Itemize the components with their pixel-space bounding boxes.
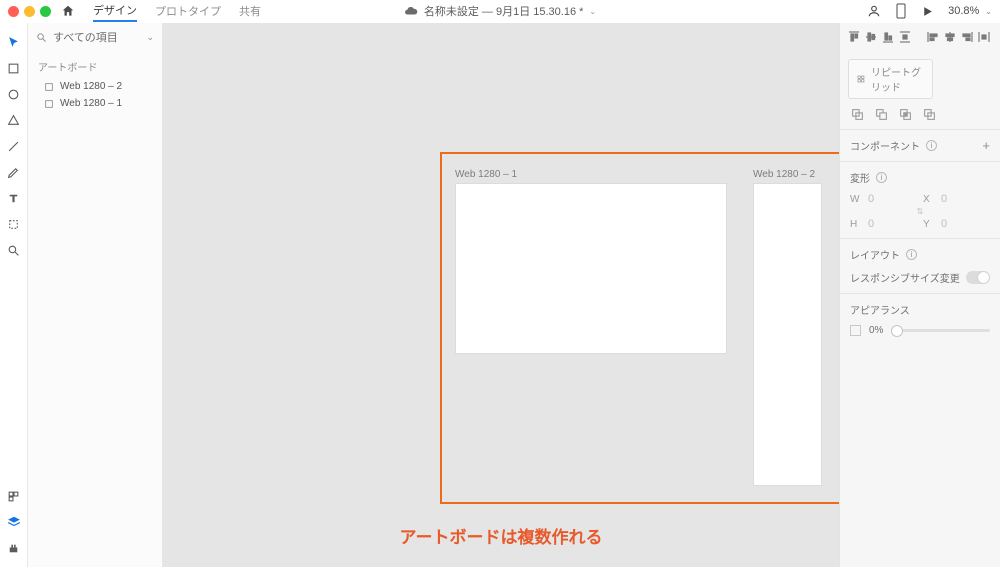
height-field[interactable]: 0 [868,218,917,230]
repeat-grid-label: リピートグリッド [871,64,924,94]
align-left-icon[interactable] [925,26,941,48]
zoom-control[interactable]: 30.8% ⌄ [948,5,992,17]
artboard[interactable] [455,183,727,354]
add-component-button[interactable]: + [982,138,990,153]
align-top-icon[interactable] [846,26,862,48]
lock-aspect-icon[interactable]: ⇅ [917,207,924,216]
layer-item[interactable]: Web 1280 – 1 [28,95,162,112]
distribute-vertical-icon[interactable] [897,26,913,48]
chevron-down-icon: ⌄ [589,7,596,16]
layers-panel: すべての項目 ⌄ アートボード Web 1280 – 2 Web 1280 – … [28,23,163,567]
y-label: Y [923,219,935,230]
tab-design[interactable]: デザイン [93,0,137,22]
window-controls [8,6,51,17]
layer-item[interactable]: Web 1280 – 2 [28,78,162,95]
layer-filter-label: すべての項目 [53,29,140,45]
artboards-section-label: アートボード [28,51,162,78]
width-field[interactable]: 0 [868,193,917,205]
boolean-ops [840,103,1000,129]
device-preview-icon[interactable] [895,3,907,19]
component-label: コンポーネント [850,138,920,153]
rectangle-tool[interactable] [0,55,28,81]
x-field[interactable]: 0 [941,193,990,205]
transform-label: 変形 [850,170,870,185]
annotation-caption: アートボードは複数作れる [400,523,603,548]
info-icon[interactable]: i [876,172,887,183]
artboard-icon [44,82,54,92]
subtract-icon[interactable] [874,107,888,121]
artboard-label[interactable]: Web 1280 – 2 [753,169,815,180]
y-field[interactable]: 0 [941,218,990,230]
appearance-section: アピアランス 0% [840,293,1000,344]
opacity-value: 0% [869,325,883,336]
mode-tabs: デザイン プロトタイプ 共有 [93,0,261,22]
responsive-toggle[interactable] [966,271,990,284]
opacity-checkbox[interactable] [850,325,861,336]
minimize-window-icon[interactable] [24,6,35,17]
union-icon[interactable] [850,107,864,121]
layer-item-label: Web 1280 – 2 [60,81,122,92]
responsive-label: レスポンシブサイズ変更 [850,270,960,285]
play-icon[interactable] [921,5,934,18]
pen-tool[interactable] [0,159,28,185]
layout-section: レイアウト i レスポンシブサイズ変更 [840,238,1000,293]
tool-rail [0,23,28,567]
layers-panel-icon[interactable] [0,509,28,535]
repeat-grid-button[interactable]: リピートグリッド [848,59,933,99]
appearance-label: アピアランス [850,302,910,317]
opacity-slider[interactable] [891,329,990,332]
search-icon [36,32,47,43]
artboard[interactable] [753,183,822,486]
artboard-tool[interactable] [0,211,28,237]
x-label: X [923,194,935,205]
polygon-tool[interactable] [0,107,28,133]
chevron-down-icon: ⌄ [985,7,992,16]
grid-icon [857,73,865,85]
home-icon[interactable] [61,4,75,18]
artboard-icon [44,99,54,109]
zoom-value: 30.8% [948,5,979,17]
align-hcenter-icon[interactable] [942,26,958,48]
zoom-window-icon[interactable] [40,6,51,17]
cloud-icon [404,4,418,18]
tab-prototype[interactable]: プロトタイプ [155,0,221,22]
tab-share[interactable]: 共有 [239,0,261,22]
info-icon[interactable]: i [926,140,937,151]
inspector-panel: リピートグリッド コンポーネント i + 変形 i W 0 X 0 [839,23,1000,567]
layout-label: レイアウト [850,247,900,262]
h-label: H [850,219,862,230]
align-bottom-icon[interactable] [880,26,896,48]
plugins-panel-icon[interactable] [0,535,28,561]
topbar-right-controls: 30.8% ⌄ [867,3,992,19]
document-title[interactable]: 名称未設定 — 9月1日 15.30.16 * ⌄ [404,3,596,19]
align-vcenter-icon[interactable] [863,26,879,48]
text-tool[interactable] [0,185,28,211]
artboard-label[interactable]: Web 1280 – 1 [455,169,517,180]
assets-panel-icon[interactable] [0,483,28,509]
select-tool[interactable] [0,29,28,55]
layer-item-label: Web 1280 – 1 [60,98,122,109]
intersect-icon[interactable] [898,107,912,121]
zoom-tool[interactable] [0,237,28,263]
canvas[interactable]: Web 1280 – 1 Web 1280 – 2 アートボードは複数作れる [163,23,839,567]
user-icon[interactable] [867,4,881,18]
align-right-icon[interactable] [959,26,975,48]
document-title-text: 名称未設定 — 9月1日 15.30.16 * [424,3,584,19]
exclude-icon[interactable] [922,107,936,121]
app-titlebar: デザイン プロトタイプ 共有 名称未設定 — 9月1日 15.30.16 * ⌄… [0,0,1000,23]
layer-filter-dropdown[interactable]: すべての項目 ⌄ [28,23,162,51]
transform-section: 変形 i W 0 X 0 ⇅ H 0 Y 0 [840,161,1000,238]
line-tool[interactable] [0,133,28,159]
distribute-horizontal-icon[interactable] [976,26,992,48]
close-window-icon[interactable] [8,6,19,17]
align-controls [840,23,1000,51]
chevron-down-icon: ⌄ [146,32,154,43]
component-section: コンポーネント i + [840,129,1000,161]
info-icon[interactable]: i [906,249,917,260]
ellipse-tool[interactable] [0,81,28,107]
w-label: W [850,194,862,205]
